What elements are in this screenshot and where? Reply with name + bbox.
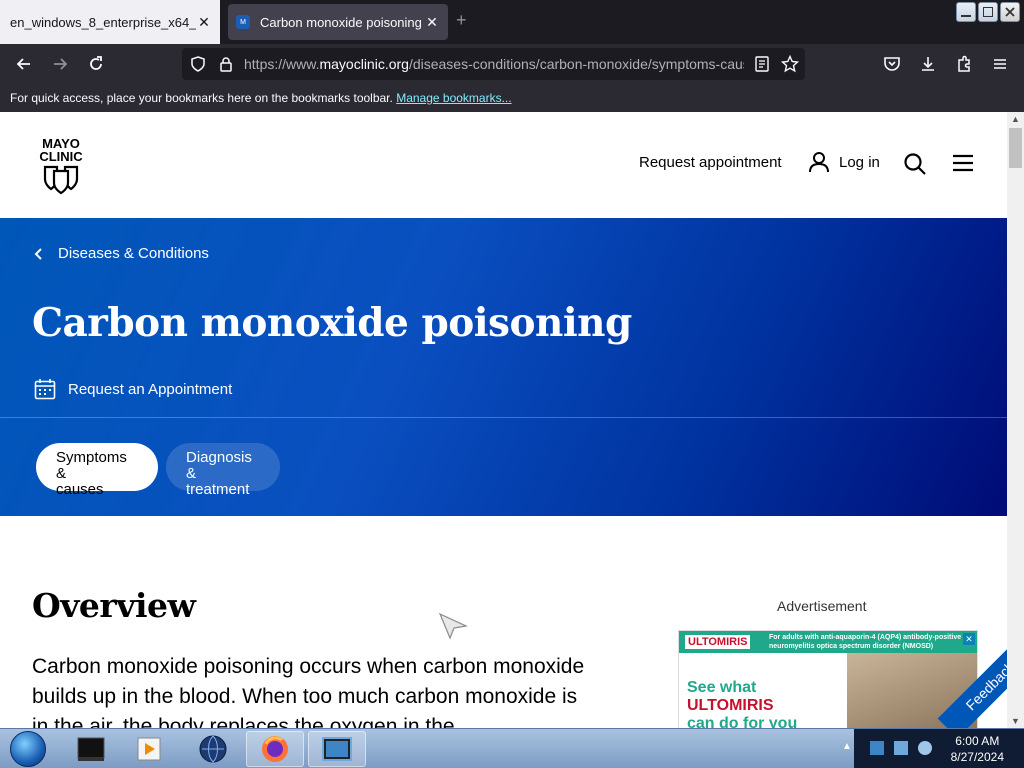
url-prefix: https://www. (244, 56, 320, 72)
reader-view-icon[interactable] (752, 54, 772, 74)
page-viewport: MAYO CLINIC Request appointment Log in D… (0, 112, 1007, 728)
globe-icon (199, 735, 227, 763)
mouse-cursor-icon (438, 612, 468, 640)
mayo-clinic-logo[interactable]: MAYO CLINIC (37, 137, 85, 197)
address-bar[interactable]: https://www.mayoclinic.org/diseases-cond… (182, 48, 805, 80)
scroll-down-icon[interactable]: ▼ (1011, 716, 1020, 726)
media-player-icon (137, 737, 161, 761)
pill-label-line-1: Symptoms & (56, 449, 127, 482)
ad-headline-3: can do for you (687, 715, 798, 728)
terminal-icon (77, 737, 105, 761)
network-icon[interactable] (870, 741, 884, 755)
bookmark-star-icon[interactable] (780, 54, 800, 74)
pill-label-line-2: causes (56, 481, 104, 498)
ad-headline: See what ULTOMIRIS can do for you (687, 679, 797, 728)
display-icon[interactable] (894, 741, 908, 755)
tray-expand-icon[interactable]: ▲ (842, 741, 852, 752)
start-button[interactable] (4, 729, 52, 768)
volume-icon[interactable] (918, 741, 932, 755)
pill-label-line-2: treatment (186, 481, 250, 498)
scroll-up-icon[interactable]: ▲ (1011, 114, 1020, 124)
window-controls (956, 2, 1020, 22)
advertisement-label: Advertisement (777, 598, 867, 614)
system-clock[interactable]: 6:00 AM 8/27/2024 (951, 733, 1004, 765)
overview-heading: Overview (32, 586, 196, 625)
clock-time: 6:00 AM (955, 734, 1000, 748)
windows-orb-icon (10, 731, 46, 767)
clock-date: 8/27/2024 (950, 750, 1004, 764)
ad-brand-logo: ULTOMIRIS (685, 635, 751, 649)
request-appointment-link[interactable]: Request appointment (639, 154, 782, 171)
request-appointment-cta[interactable]: Request an Appointment (34, 378, 232, 400)
close-window-button[interactable] (1000, 2, 1020, 22)
overview-paragraph: Carbon monoxide poisoning occurs when ca… (32, 655, 585, 728)
site-header: MAYO CLINIC Request appointment Log in (0, 112, 1007, 218)
url-domain: mayoclinic.org (319, 56, 409, 72)
back-icon[interactable] (14, 54, 34, 74)
tracking-protection-shield-icon[interactable] (188, 54, 208, 74)
close-tab-icon[interactable]: ✕ (424, 14, 440, 31)
app-menu-icon[interactable] (990, 54, 1010, 74)
page-title: Carbon monoxide poisoning (32, 300, 632, 346)
downloads-icon[interactable] (918, 54, 938, 74)
windows-taskbar: ▲ 6:00 AM 8/27/2024 (0, 728, 1024, 768)
minimize-window-button[interactable] (956, 2, 976, 22)
breadcrumb-diseases-conditions[interactable]: Diseases & Conditions (58, 245, 209, 262)
pocket-icon[interactable] (882, 54, 902, 74)
tab-diagnosis-treatment[interactable]: Diagnosis & treatment (166, 443, 280, 498)
ad-headline-1: See what (687, 679, 757, 696)
request-appointment-label: Request an Appointment (68, 380, 233, 398)
reload-icon[interactable] (86, 54, 106, 74)
bookmarks-toolbar: For quick access, place your bookmarks h… (0, 84, 1024, 112)
ad-headline-2: ULTOMIRIS (687, 697, 774, 714)
close-tab-icon[interactable]: ✕ (196, 14, 212, 31)
mayo-favicon-icon: M (236, 15, 250, 29)
url-path: /diseases-conditions/carbon-monoxide/sym… (408, 56, 744, 72)
page-scrollbar[interactable]: ▲ ▼ (1007, 112, 1024, 728)
system-tray: ▲ 6:00 AM 8/27/2024 (842, 729, 1024, 768)
advertisement-banner[interactable]: ULTOMIRIS For adults with anti-aquaporin… (678, 630, 978, 728)
pill-label-line-1: Diagnosis & (186, 449, 252, 482)
menu-hamburger-icon[interactable] (952, 154, 974, 177)
taskbar-window-app[interactable] (308, 731, 366, 767)
manage-bookmarks-link[interactable]: Manage bookmarks... (396, 91, 511, 105)
ad-disclaimer: For adults with anti-aquaporin-4 (AQP4) … (769, 634, 962, 650)
tab-bar: en_windows_8_enterprise_x64_dvd_ ✕ M Car… (0, 0, 1024, 44)
extensions-icon[interactable] (954, 54, 974, 74)
tab-windows-download[interactable]: en_windows_8_enterprise_x64_dvd_ ✕ (0, 0, 220, 44)
logo-line-2: CLINIC (39, 149, 83, 164)
user-icon[interactable] (808, 151, 830, 178)
search-icon[interactable] (903, 152, 927, 181)
scroll-thumb[interactable] (1009, 128, 1022, 168)
url-text[interactable]: https://www.mayoclinic.org/diseases-cond… (244, 56, 744, 72)
hero-banner: Diseases & Conditions Carbon monoxide po… (0, 218, 1007, 516)
new-tab-icon[interactable]: + (456, 10, 467, 31)
firefox-icon (262, 736, 288, 762)
tab-title: en_windows_8_enterprise_x64_dvd_ (10, 14, 196, 30)
breadcrumb[interactable]: Diseases & Conditions (34, 245, 209, 262)
tab-symptoms-causes[interactable]: Symptoms & causes (36, 443, 158, 498)
taskbar-media-player-app[interactable] (120, 731, 178, 767)
bookmarks-message: For quick access, place your bookmarks h… (10, 91, 393, 105)
hero-divider (0, 417, 1007, 418)
ad-close-icon[interactable]: ✕ (963, 633, 975, 645)
lock-icon[interactable] (216, 54, 236, 74)
tab-carbon-monoxide[interactable]: M Carbon monoxide poisoning - S ✕ (228, 4, 448, 40)
forward-icon[interactable] (50, 54, 70, 74)
log-in-link[interactable]: Log in (839, 154, 880, 171)
mayo-shields-icon (43, 165, 79, 195)
taskbar-cmd-app[interactable] (62, 731, 120, 767)
navigation-toolbar: https://www.mayoclinic.org/diseases-cond… (0, 44, 1024, 84)
tab-title: Carbon monoxide poisoning - S (260, 14, 424, 30)
window-app-icon (322, 737, 352, 761)
taskbar-firefox-app[interactable] (246, 731, 304, 767)
calendar-icon (34, 379, 56, 400)
restore-window-button[interactable] (978, 2, 998, 22)
taskbar-globe-app[interactable] (184, 731, 242, 767)
chevron-left-icon (34, 247, 42, 260)
